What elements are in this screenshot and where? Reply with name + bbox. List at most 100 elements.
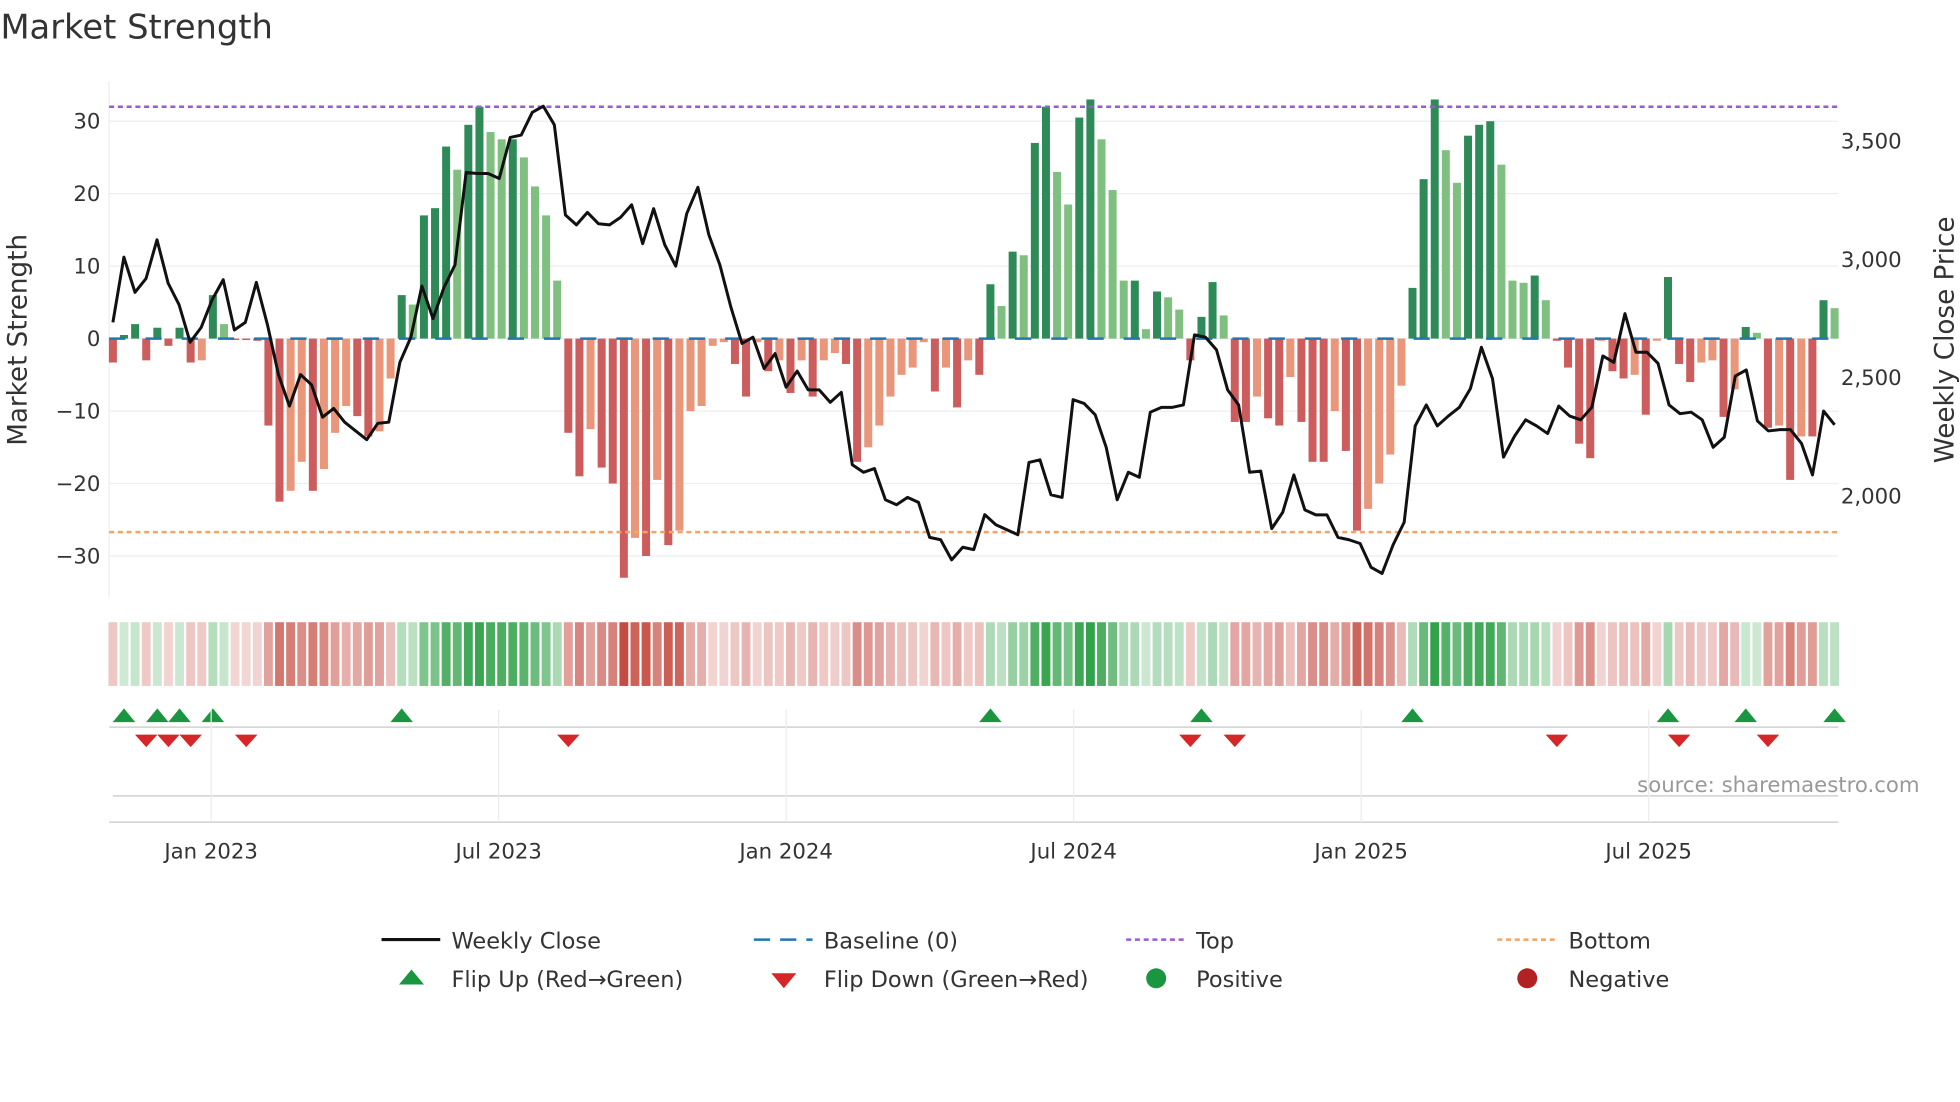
strength-bar [675,338,684,531]
strip-cell [797,622,807,686]
strip-cell [1830,622,1840,686]
strip-cell [1530,622,1540,686]
strip-cell [1496,622,1506,686]
strength-bar [597,338,606,468]
strip-cell [1319,622,1329,686]
legend-flip-down[interactable]: Flip Down (Green→Red) [771,967,1089,993]
strength-bar [1086,99,1095,339]
y2-tick-label: 3,000 [1841,248,1902,273]
strength-bar [819,338,828,361]
strength-bar [1253,338,1262,397]
strip-cell [1052,622,1062,686]
strip-cell [1208,622,1218,686]
y-tick-label: 0 [87,327,101,352]
y2-axis-ticks: 3,500 3,000 2,500 2,000 [1841,130,1902,510]
strength-bar [686,338,695,412]
strength-bar [1175,309,1184,339]
strip-cell [830,622,840,686]
x-tick-label: Jul 2024 [1028,839,1116,864]
strip-cell [1274,622,1284,686]
strength-bar [575,338,584,477]
y-tick-label: 10 [73,255,100,280]
strip-cell [441,622,451,686]
strength-bar [464,124,473,339]
strip-cell [941,622,951,686]
strength-bar [1108,190,1117,339]
y-tick-label: 30 [73,110,100,135]
strength-bar [1763,338,1772,428]
strip-cell [930,622,940,686]
strip-cell [886,622,895,686]
legend-flip-up[interactable]: Flip Up (Red→Green) [399,967,683,993]
flip-down-marker [234,734,258,748]
flip-up-marker [1190,708,1213,723]
strength-bar [642,338,651,556]
strip-cell [386,622,396,686]
strip-cell [1130,622,1140,686]
strength-bar [1397,338,1406,386]
strip-cell [252,622,262,686]
strip-cell [330,622,340,686]
strength-bar [131,324,140,339]
strip-cell [530,622,540,686]
strip-cell [275,622,284,686]
strip-cell [497,622,507,686]
strip-cell [874,622,884,686]
legend-top[interactable]: Top [1126,928,1234,954]
strip-cell [541,622,551,686]
strength-bar [1375,338,1384,484]
strength-bar [1352,338,1361,531]
strip-cell [263,622,273,686]
strength-bar [342,338,351,406]
strip-cell [1719,622,1728,686]
strength-bar [1275,338,1284,426]
flip-down-marker [1545,734,1569,748]
y2-tick-label: 2,500 [1841,366,1902,391]
strip-cell [1463,622,1473,686]
strength-bar [1486,121,1495,339]
strength-bar [1430,99,1439,339]
strip-cell [1707,622,1717,686]
strip-cell [1785,622,1795,686]
strip-cell [674,622,684,686]
market-strength-chart: Market Strength 3020100−10−20−30 3,5003,… [0,8,1960,993]
strip-cell [1641,622,1651,686]
strip-cell [1585,622,1595,686]
strip-cell [141,622,151,686]
legend-label: Positive [1196,967,1283,993]
strip-cell [152,622,162,686]
chart-title: Market Strength [0,8,272,47]
strip-cell [1230,622,1240,686]
y2-axis-label: Weekly Close Price [1930,217,1960,464]
strength-bar [1619,338,1628,379]
strength-bar [586,338,595,430]
legend-baseline[interactable]: Baseline (0) [753,928,958,954]
strength-bar [1019,255,1028,339]
legend-positive[interactable]: Positive [1146,967,1283,993]
strength-bar [419,215,428,339]
strip-cell [1541,622,1551,686]
strip-cell [1396,622,1406,686]
strip-cell [1296,622,1306,686]
strength-bar [1663,276,1672,339]
strength-bar [319,338,328,470]
strength-bar [553,280,562,339]
strength-bar [1819,300,1828,339]
strip-cell [219,622,229,686]
legend-weekly-close[interactable]: Weekly Close [381,928,601,954]
strip-cell [1263,622,1273,686]
legend-bottom[interactable]: Bottom [1497,928,1651,954]
strength-bar [1130,280,1139,339]
strip-cell [1119,622,1129,686]
triangle-up-icon [399,969,425,985]
y-axis-label: Market Strength [4,234,34,446]
strength-bar [619,338,628,578]
flip-down-marker [1756,734,1780,748]
strength-bar [1808,338,1817,437]
strength-bar [1575,338,1584,444]
legend-negative[interactable]: Negative [1517,967,1669,993]
strip-cell [1174,622,1184,686]
strength-bar [1308,338,1317,462]
strip-cell [1308,622,1317,686]
strength-bar [1519,282,1528,339]
